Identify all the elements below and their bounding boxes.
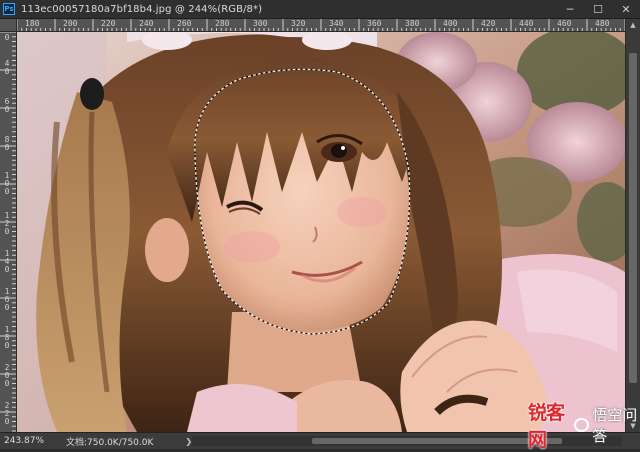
ruler-h-label: 480 <box>595 19 610 28</box>
ruler-h-label: 320 <box>291 19 306 28</box>
photoshop-app-icon: Ps <box>3 3 15 15</box>
watermark-subtitle: 悟空问答 <box>592 406 638 445</box>
ruler-h-label: 220 <box>101 19 116 28</box>
ruler-h-label: 200 <box>63 19 78 28</box>
scroll-up-arrow[interactable]: ▲ <box>626 19 640 31</box>
ruler-origin[interactable] <box>0 19 17 32</box>
ruler-h-label: 340 <box>329 19 344 28</box>
close-button[interactable]: ✕ <box>612 0 640 18</box>
ruler-v-label: 220 <box>4 401 10 426</box>
ruler-h-label: 460 <box>557 19 572 28</box>
minimize-button[interactable]: ─ <box>556 0 584 18</box>
vertical-ruler[interactable]: 0 40 60 80 100 120 140 160 180 200 220 <box>0 32 17 432</box>
ruler-h-label: 440 <box>519 19 534 28</box>
ruler-h-label: 420 <box>481 19 496 28</box>
horizontal-ruler[interactable]: 180 200 220 240 260 280 300 320 340 360 … <box>17 19 625 32</box>
document-title: 113ec00057180a7bf18b4.jpg @ 244%(RGB/8*) <box>21 3 263 15</box>
horizontal-scroll-thumb[interactable] <box>312 438 562 444</box>
ruler-h-label: 300 <box>253 19 268 28</box>
ruler-v-label: 0 <box>4 33 10 42</box>
vertical-scroll-thumb[interactable] <box>629 53 637 383</box>
maximize-button[interactable]: ☐ <box>584 0 612 18</box>
document-size-info: 文档:750.0K/750.0K <box>66 437 154 448</box>
ruler-h-label: 400 <box>443 19 458 28</box>
photo-image <box>17 32 625 432</box>
ruler-v-label: 60 <box>4 97 10 114</box>
ruler-v-label: 180 <box>4 325 10 350</box>
ruler-h-label: 240 <box>139 19 154 28</box>
title-bar[interactable]: Ps 113ec00057180a7bf18b4.jpg @ 244%(RGB/… <box>0 0 640 19</box>
ruler-v-label: 80 <box>4 135 10 152</box>
ruler-v-label: 160 <box>4 287 10 312</box>
ruler-v-label: 120 <box>4 211 10 236</box>
vertical-scrollbar[interactable]: ▲ ▼ <box>625 19 640 432</box>
ruler-h-label: 180 <box>25 19 40 28</box>
ruler-v-label: 140 <box>4 249 10 274</box>
site-watermark: 锐客网 悟空问答 <box>528 398 640 452</box>
ruler-v-label: 40 <box>4 59 10 76</box>
ruler-h-label: 360 <box>367 19 382 28</box>
window-controls: ─ ☐ ✕ <box>556 0 640 18</box>
ruler-v-label: 200 <box>4 363 10 388</box>
watermark-brand: 锐客网 <box>528 402 565 451</box>
ruler-h-label: 260 <box>177 19 192 28</box>
zoom-level[interactable]: 243.87% <box>4 436 60 446</box>
ruler-h-label: 280 <box>215 19 230 28</box>
chat-bubble-icon <box>574 418 590 432</box>
ruler-v-label: 100 <box>4 171 10 196</box>
photoshop-document-window: Ps 113ec00057180a7bf18b4.jpg @ 244%(RGB/… <box>0 0 640 452</box>
ruler-h-label: 380 <box>405 19 420 28</box>
document-canvas[interactable] <box>17 32 625 432</box>
